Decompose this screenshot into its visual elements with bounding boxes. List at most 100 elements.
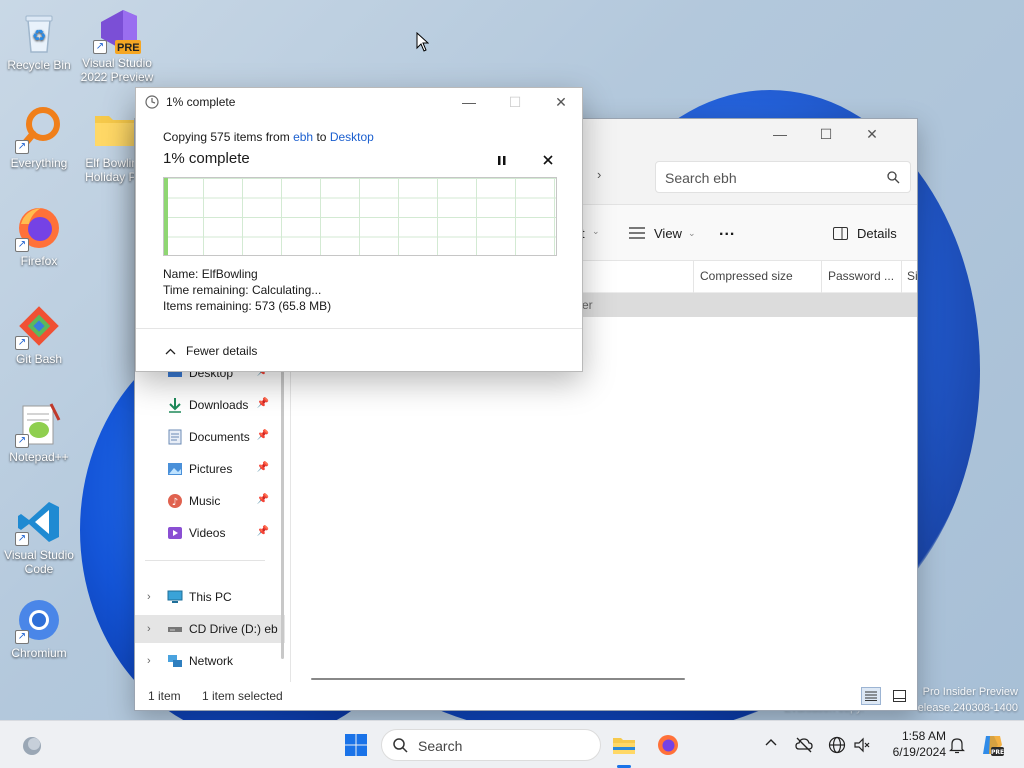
nav-item-documents[interactable]: Documents 📌 <box>135 423 285 451</box>
desktop-icon-git-bash[interactable]: ↗ Git Bash <box>1 302 77 366</box>
bell-icon <box>949 738 965 754</box>
detail-name-label: Name: <box>163 267 199 281</box>
nav-item-music[interactable]: ♪ Music 📌 <box>135 487 285 515</box>
watermark-line: elease.240308-1400 <box>917 702 1018 714</box>
chevron-down-icon: ⌄ <box>592 226 600 236</box>
nav-item-this-pc[interactable]: › This PC <box>135 583 285 611</box>
pane-divider <box>290 359 291 684</box>
column-header-password[interactable]: Password ... <box>828 269 894 283</box>
more-options-button[interactable]: ... <box>719 222 735 240</box>
column-header-compressed-size[interactable]: Compressed size <box>700 269 793 283</box>
chevron-right-icon[interactable]: › <box>147 655 151 667</box>
nav-divider <box>145 560 265 561</box>
taskbar: Search 1:58 AM 6/19/2024 PRE <box>0 720 1024 768</box>
shortcut-arrow-icon: ↗ <box>15 532 29 546</box>
pin-icon[interactable]: 📌 <box>257 430 269 441</box>
desktop-icon-recycle-bin[interactable]: ♻ Recycle Bin <box>1 8 77 72</box>
nav-item-label: Documents <box>189 430 250 444</box>
details-pane-button[interactable]: Details <box>833 219 897 247</box>
horizontal-scrollbar[interactable] <box>311 678 685 680</box>
maximize-button: ☐ <box>508 93 522 110</box>
nav-item-downloads[interactable]: Downloads 📌 <box>135 391 285 419</box>
onedrive-sync-button[interactable] <box>795 736 813 754</box>
clock[interactable]: 1:58 AM 6/19/2024 <box>880 728 946 760</box>
transfer-speed-graph <box>163 177 557 256</box>
shortcut-arrow-icon: ↗ <box>15 434 29 448</box>
volume-button[interactable] <box>853 736 871 754</box>
desktop-icon-label: Visual Studio 2022 Preview <box>80 56 154 84</box>
desktop-icon-notepadpp[interactable]: ↗ Notepad++ <box>1 400 77 464</box>
folder-icon <box>91 106 139 154</box>
desktop-icon-everything[interactable]: ↗ Everything <box>1 106 77 170</box>
view-icon <box>629 227 645 239</box>
minimize-button[interactable]: — <box>757 119 803 149</box>
network-status-button[interactable] <box>828 736 846 754</box>
clock-date: 6/19/2024 <box>892 745 946 759</box>
taskbar-firefox[interactable] <box>656 733 680 757</box>
details-view-button[interactable] <box>861 687 881 705</box>
dialog-titlebar[interactable]: 1% complete — ☐ ✕ <box>136 88 582 116</box>
detail-time-remaining: Time remaining: Calculating... <box>163 283 321 297</box>
view-button[interactable]: View ⌄ <box>629 219 696 247</box>
nav-item-pictures[interactable]: Pictures 📌 <box>135 455 285 483</box>
search-icon <box>887 171 900 184</box>
column-header-size[interactable]: Si <box>907 269 918 283</box>
desktop-icon-chromium[interactable]: ↗ Chromium <box>1 596 77 660</box>
desktop-icon-label: Firefox <box>20 254 58 268</box>
widgets-button[interactable] <box>20 733 44 757</box>
column-separator <box>821 261 822 293</box>
detail-time-value: Calculating... <box>251 283 322 297</box>
column-separator <box>693 261 694 293</box>
close-button[interactable]: ✕ <box>849 119 895 149</box>
taskbar-search-placeholder: Search <box>418 738 463 754</box>
pause-button[interactable] <box>492 152 512 168</box>
tiles-view-button[interactable] <box>889 687 909 705</box>
details-pane-icon <box>833 226 848 240</box>
copy-summary-to: to <box>316 130 327 144</box>
chevron-right-icon[interactable]: › <box>147 623 151 635</box>
desktop-icon-label: Everything <box>10 156 68 170</box>
nav-item-videos[interactable]: Videos 📌 <box>135 519 285 547</box>
close-button[interactable]: ✕ <box>538 88 584 116</box>
destination-link[interactable]: Desktop <box>330 130 374 144</box>
show-hidden-icons-button[interactable] <box>765 735 777 749</box>
notifications-button[interactable] <box>948 736 966 754</box>
search-icon <box>393 738 408 753</box>
pin-icon[interactable]: 📌 <box>257 398 269 409</box>
clock-time: 1:58 AM <box>901 729 946 743</box>
shortcut-arrow-icon: ↗ <box>15 630 29 644</box>
fewer-details-button[interactable]: Fewer details <box>165 344 257 358</box>
source-link[interactable]: ebh <box>293 130 313 144</box>
desktop-icon-vscode[interactable]: ↗ Visual Studio Code <box>1 498 77 576</box>
column-separator <box>901 261 902 293</box>
start-button[interactable] <box>344 733 368 757</box>
taskbar-search-box[interactable]: Search <box>381 729 601 761</box>
copy-progress-dialog[interactable]: 1% complete — ☐ ✕ Copying 575 items from… <box>135 87 583 372</box>
desktop-icon-visual-studio[interactable]: PRE ↗ Visual Studio 2022 Preview <box>79 6 155 84</box>
nav-scrollbar[interactable] <box>281 359 284 659</box>
chevron-right-icon[interactable]: › <box>147 591 151 603</box>
search-input[interactable]: Search ebh <box>655 161 911 193</box>
minimize-button[interactable]: — <box>446 88 492 116</box>
cd-drive-icon <box>168 627 182 632</box>
pin-icon[interactable]: 📌 <box>257 494 269 505</box>
detail-time-label: Time remaining: <box>163 283 249 297</box>
copilot-button[interactable]: PRE <box>980 733 1004 757</box>
firefox-icon <box>658 735 678 755</box>
maximize-button[interactable]: ☐ <box>803 119 849 149</box>
vscode-icon: ↗ <box>15 498 63 546</box>
pin-icon[interactable]: 📌 <box>257 462 269 473</box>
svg-text:PRE: PRE <box>991 749 1004 756</box>
navigation-pane: Desktop 📌 Downloads 📌 Documents 📌 <box>135 359 285 669</box>
music-icon: ♪ <box>168 494 182 508</box>
progress-heading: 1% complete <box>163 150 250 167</box>
pause-icon <box>498 155 506 165</box>
chevron-right-icon[interactable]: › <box>597 167 601 182</box>
chevron-up-icon <box>165 348 176 354</box>
cancel-copy-button[interactable] <box>538 152 558 168</box>
desktop-icon-firefox[interactable]: ↗ Firefox <box>1 204 77 268</box>
pin-icon[interactable]: 📌 <box>257 526 269 537</box>
nav-item-cd-drive[interactable]: › CD Drive (D:) eb <box>135 615 285 643</box>
taskbar-file-explorer[interactable] <box>612 733 636 757</box>
nav-item-network[interactable]: › Network <box>135 647 285 675</box>
